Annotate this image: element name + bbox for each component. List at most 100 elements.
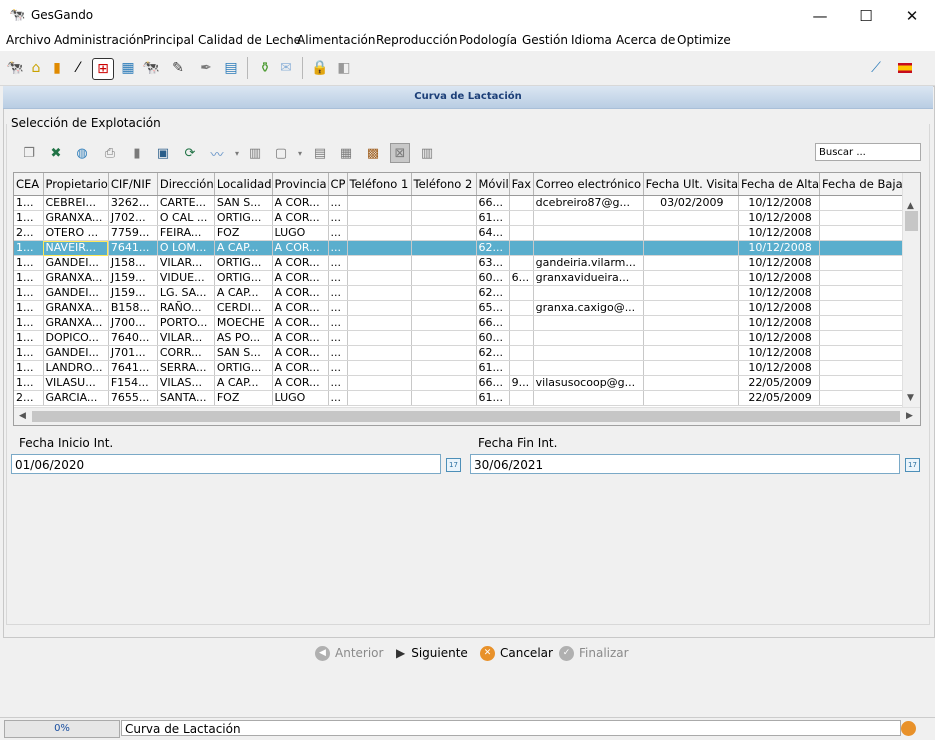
table-cell[interactable]: 66... — [476, 315, 510, 331]
table-cell[interactable] — [347, 345, 412, 361]
table-row[interactable]: 1... CEBREI... 3262... CARTE... SAN S... A CO… — [14, 195, 907, 211]
table-cell[interactable]: SAN S... — [214, 345, 273, 361]
menu-principal[interactable]: Principal — [143, 33, 194, 47]
table-cell[interactable]: VIDUE... — [157, 270, 215, 286]
table-cell[interactable]: A COR... — [272, 300, 329, 316]
table-cell[interactable]: 10/12/2008 — [738, 195, 821, 211]
table-cell[interactable]: VILAR... — [157, 330, 215, 346]
table-cell[interactable]: ORTIG... — [214, 210, 273, 226]
table-cell[interactable]: ORTIG... — [214, 255, 273, 271]
table-cell[interactable]: A COR... — [272, 270, 329, 286]
table-cell[interactable]: 22/05/2009 — [738, 375, 821, 391]
table-cell[interactable]: 7655... — [108, 390, 158, 406]
table-cell[interactable] — [347, 255, 412, 271]
table-cell[interactable] — [509, 195, 534, 211]
table-cell[interactable] — [819, 375, 907, 391]
menu-calidad-leche[interactable]: Calidad de Leche — [198, 33, 301, 47]
alert-icon[interactable]: ▮ — [47, 58, 67, 78]
table-cell[interactable] — [819, 270, 907, 286]
document-icon[interactable]: ▮ — [127, 143, 147, 163]
scroll-left-icon[interactable]: ◀ — [19, 411, 26, 421]
table-cell[interactable]: GRANXA... — [43, 315, 109, 331]
table-row[interactable]: 1... DOPICO... 7640... VILAR... AS PO... A CO… — [14, 330, 907, 346]
calendar-icon[interactable]: 17 — [905, 458, 920, 472]
table-cell[interactable]: 10/12/2008 — [738, 285, 821, 301]
table-cell[interactable]: 1... — [14, 315, 44, 331]
table-cell[interactable]: ... — [328, 360, 348, 376]
table-cell[interactable]: 10/12/2008 — [738, 240, 821, 256]
table-cell[interactable] — [411, 240, 477, 256]
table-cell[interactable]: GRANXA... — [43, 300, 109, 316]
table-cell[interactable]: ORTIG... — [214, 360, 273, 376]
table-cell[interactable] — [643, 300, 740, 316]
table-cell[interactable]: 1... — [14, 240, 44, 256]
globe-icon[interactable]: ◍ — [72, 143, 92, 163]
table-cell[interactable]: FEIRA... — [157, 225, 215, 241]
table-cell[interactable]: 9... — [509, 375, 534, 391]
table-cell[interactable]: CEBREI... — [43, 195, 109, 211]
table-cell[interactable]: GANDEI... — [43, 345, 109, 361]
table-cell[interactable]: GANDEI... — [43, 285, 109, 301]
table-cell[interactable] — [509, 300, 534, 316]
table-cell[interactable] — [819, 360, 907, 376]
scroll-right-icon[interactable]: ▶ — [906, 411, 913, 421]
table-cell[interactable]: 1... — [14, 255, 44, 271]
table-cell[interactable]: ... — [328, 390, 348, 406]
table-cell[interactable]: ... — [328, 345, 348, 361]
syringe-icon[interactable]: ⁄ — [68, 58, 88, 78]
table-cell[interactable] — [819, 195, 907, 211]
table-cell[interactable]: 1... — [14, 360, 44, 376]
vertical-scrollbar[interactable]: ▲ ▼ — [902, 173, 920, 408]
table-cell[interactable]: 1... — [14, 210, 44, 226]
calculator-icon[interactable]: ▤ — [310, 143, 330, 163]
table-cell[interactable]: 7641... — [108, 240, 158, 256]
column-header[interactable]: Teléfono 1 — [347, 173, 412, 196]
table-cell[interactable] — [533, 225, 644, 241]
table-cell[interactable]: NAVEIR... — [43, 240, 109, 256]
table-cell[interactable]: 10/12/2008 — [738, 360, 821, 376]
table-row[interactable]: 1... GANDEI... J158... VILAR... ORTIG... A CO… — [14, 255, 907, 271]
table-cell[interactable]: 60... — [476, 330, 510, 346]
calendar-icon[interactable]: 17 — [446, 458, 461, 472]
table-cell[interactable] — [509, 225, 534, 241]
pen-icon[interactable]: ✒ — [196, 58, 216, 78]
table-cell[interactable] — [509, 255, 534, 271]
table-cell[interactable]: 22/05/2009 — [738, 390, 821, 406]
table-cell[interactable]: 10/12/2008 — [738, 315, 821, 331]
next-button[interactable]: ▶ Siguiente — [396, 643, 468, 663]
clear-filter-icon[interactable]: ⊠ — [390, 143, 410, 163]
table-row[interactable]: 1... GRANXA... J700... PORTO... MOECHE A COR.… — [14, 315, 907, 331]
table-cell[interactable]: GARCIA... — [43, 390, 109, 406]
table-cell[interactable]: A CAP... — [214, 240, 273, 256]
table-cell[interactable]: A CAP... — [214, 375, 273, 391]
table-cell[interactable]: FOZ — [214, 390, 273, 406]
table-cell[interactable]: ... — [328, 225, 348, 241]
chart-icon[interactable]: 〰 — [207, 143, 227, 163]
table-cell[interactable] — [347, 195, 412, 211]
table-cell[interactable]: VILAS... — [157, 375, 215, 391]
table-cell[interactable] — [509, 285, 534, 301]
table-cell[interactable]: CERDI... — [214, 300, 273, 316]
table-cell[interactable]: granxa.caxigo@... — [533, 300, 644, 316]
table-cell[interactable]: 63... — [476, 255, 510, 271]
start-date-input[interactable]: 01/06/2020 — [11, 454, 441, 474]
column-header[interactable]: Correo electrónico — [533, 173, 644, 196]
table-cell[interactable]: J158... — [108, 255, 158, 271]
table-cell[interactable]: SANTA... — [157, 390, 215, 406]
table-row[interactable]: 1... GANDEI... J159... LG. SA... A CAP... A C… — [14, 285, 907, 301]
grid-icon[interactable]: ▦ — [336, 143, 356, 163]
table-cell[interactable] — [509, 210, 534, 226]
door-icon[interactable]: ◧ — [334, 58, 354, 78]
page-icon[interactable]: ▢ — [271, 143, 291, 163]
table-cell[interactable]: A COR... — [272, 210, 329, 226]
table-cell[interactable]: 2... — [14, 225, 44, 241]
column-header[interactable]: Dirección — [157, 173, 215, 196]
previous-button[interactable]: ◀ Anterior — [315, 643, 383, 663]
table-cell[interactable]: granxavidueira... — [533, 270, 644, 286]
table-cell[interactable]: OTERO ... — [43, 225, 109, 241]
table-cell[interactable]: 1... — [14, 300, 44, 316]
table-cell[interactable] — [347, 240, 412, 256]
table-cell[interactable] — [819, 255, 907, 271]
table-cell[interactable]: A COR... — [272, 195, 329, 211]
table-cell[interactable] — [509, 330, 534, 346]
